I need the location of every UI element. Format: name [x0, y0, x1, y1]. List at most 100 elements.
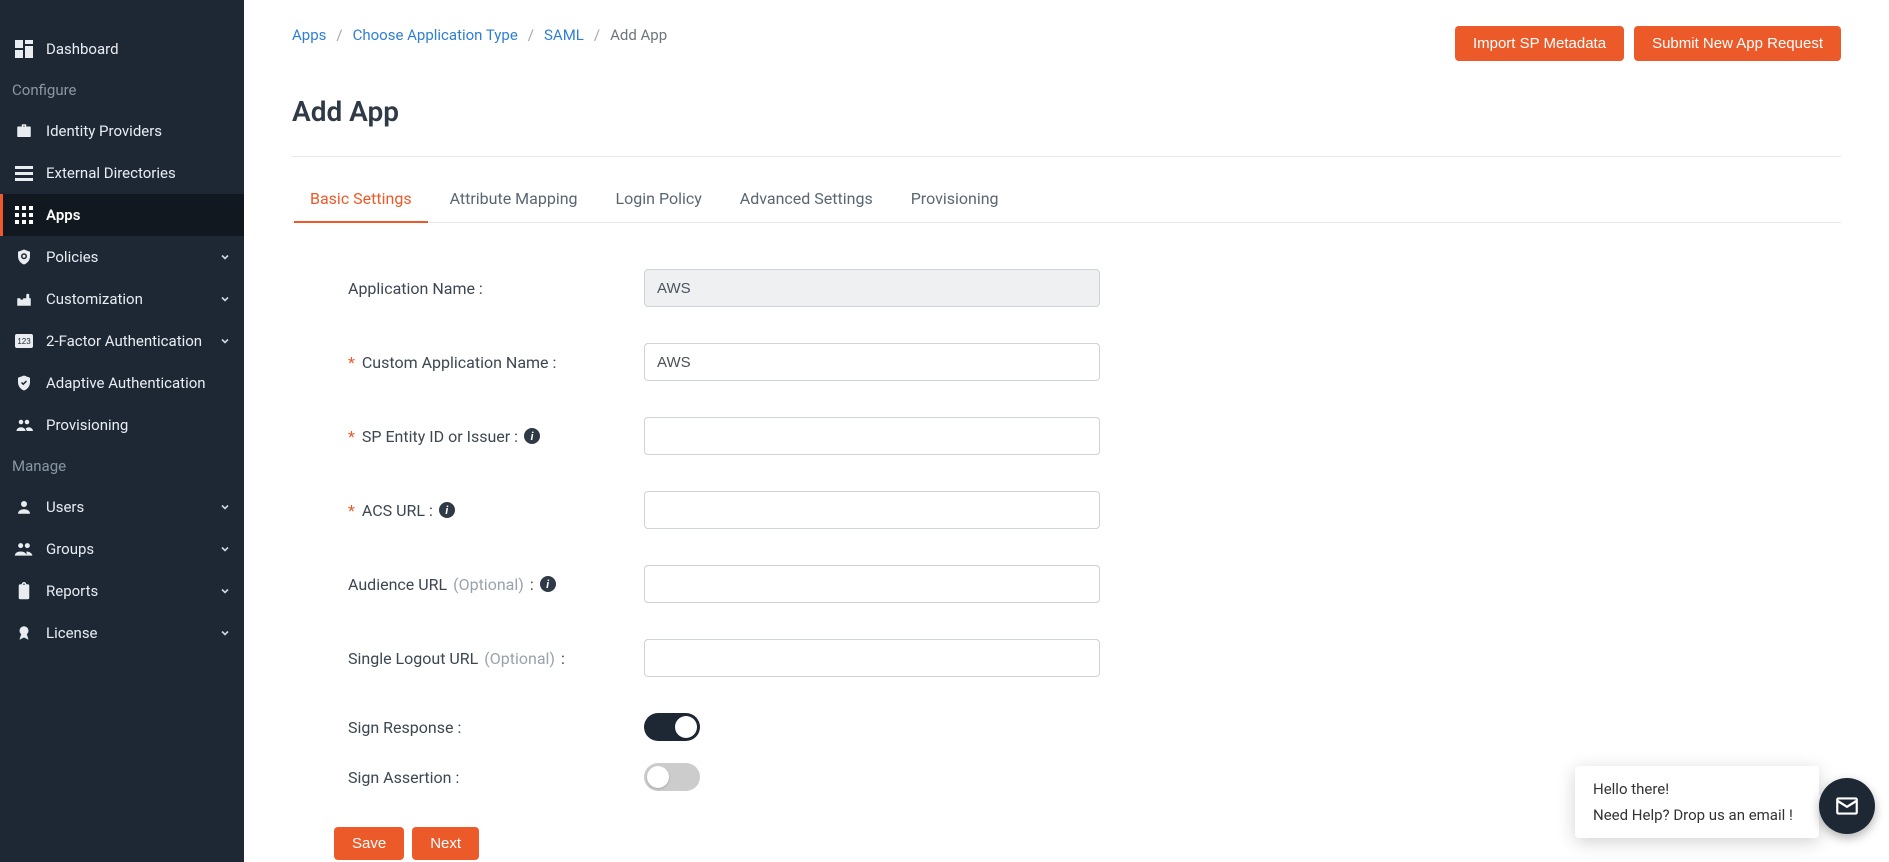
label-text: SP Entity ID or Issuer :: [362, 427, 518, 446]
breadcrumb-link-choose-type[interactable]: Choose Application Type: [353, 26, 518, 44]
pin-123-icon: 123: [14, 331, 34, 351]
sidebar-section-manage: Manage: [0, 446, 244, 486]
sidebar-item-users[interactable]: Users: [0, 486, 244, 528]
breadcrumb-sep: /: [528, 26, 534, 44]
audience-url-input[interactable]: [644, 565, 1100, 603]
toggle-knob: [675, 716, 697, 738]
sidebar-item-customization[interactable]: Customization: [0, 278, 244, 320]
custom-application-name-input[interactable]: [644, 343, 1100, 381]
import-sp-metadata-button[interactable]: Import SP Metadata: [1455, 26, 1624, 61]
breadcrumb-link-apps[interactable]: Apps: [292, 26, 326, 44]
breadcrumb: Apps / Choose Application Type / SAML / …: [292, 26, 667, 44]
chevron-down-icon: [220, 502, 230, 512]
form-actions: Save Next: [334, 827, 1412, 860]
tab-basic-settings[interactable]: Basic Settings: [308, 177, 414, 222]
divider: [292, 156, 1841, 157]
sp-entity-id-input[interactable]: [644, 417, 1100, 455]
required-marker: *: [348, 501, 355, 520]
sidebar-item-label: Customization: [46, 290, 220, 308]
label-text: ACS URL :: [362, 501, 433, 520]
sidebar-item-policies[interactable]: Policies: [0, 236, 244, 278]
breadcrumb-link-saml[interactable]: SAML: [544, 26, 584, 44]
acs-url-input[interactable]: [644, 491, 1100, 529]
info-icon[interactable]: i: [439, 502, 455, 518]
sidebar-item-adaptive-auth[interactable]: Adaptive Authentication: [0, 362, 244, 404]
sidebar-item-2fa[interactable]: 123 2-Factor Authentication: [0, 320, 244, 362]
chevron-down-icon: [220, 628, 230, 638]
shield-check-icon: [14, 373, 34, 393]
svg-text:123: 123: [17, 337, 31, 346]
chat-fab-button[interactable]: [1819, 778, 1875, 834]
page-title: Add App: [292, 95, 1841, 128]
tab-attribute-mapping[interactable]: Attribute Mapping: [448, 177, 580, 222]
sidebar-item-identity-providers[interactable]: Identity Providers: [0, 110, 244, 152]
label-text: Audience URL: [348, 575, 447, 594]
sidebar-item-label: Apps: [46, 206, 230, 224]
label-application-name: Application Name :: [348, 279, 644, 298]
label-colon: :: [530, 575, 534, 594]
sidebar-item-dashboard[interactable]: Dashboard: [0, 28, 244, 70]
label-colon: :: [561, 649, 565, 668]
sidebar-item-label: External Directories: [46, 164, 230, 182]
save-button[interactable]: Save: [334, 827, 404, 860]
users-sync-icon: [14, 415, 34, 435]
tab-provisioning[interactable]: Provisioning: [909, 177, 1001, 222]
required-marker: *: [348, 427, 355, 446]
tab-advanced-settings[interactable]: Advanced Settings: [738, 177, 875, 222]
dashboard-icon: [14, 39, 34, 59]
label-audience-url: Audience URL (Optional) : i: [348, 575, 644, 594]
label-optional: (Optional): [484, 649, 555, 668]
list-icon: [14, 163, 34, 183]
label-sp-entity-id: * SP Entity ID or Issuer : i: [348, 427, 644, 446]
chevron-down-icon: [220, 294, 230, 304]
sign-response-toggle[interactable]: [644, 713, 700, 741]
mail-icon: [1834, 793, 1860, 819]
sidebar-section-configure: Configure: [0, 70, 244, 110]
sidebar-item-apps[interactable]: Apps: [0, 194, 244, 236]
label-text: Single Logout URL: [348, 649, 478, 668]
chevron-down-icon: [220, 336, 230, 346]
label-optional: (Optional): [453, 575, 524, 594]
sidebar-item-label: Adaptive Authentication: [46, 374, 230, 392]
chat-popover: Hello there! Need Help? Drop us an email…: [1575, 766, 1819, 838]
sidebar-item-license[interactable]: License: [0, 612, 244, 654]
sidebar-item-external-directories[interactable]: External Directories: [0, 152, 244, 194]
submit-new-app-request-button[interactable]: Submit New App Request: [1634, 26, 1841, 61]
sidebar-item-label: Identity Providers: [46, 122, 230, 140]
sidebar-item-label: Reports: [46, 582, 220, 600]
sidebar-item-label: Groups: [46, 540, 220, 558]
info-icon[interactable]: i: [524, 428, 540, 444]
sidebar: Dashboard Configure Identity Providers E…: [0, 0, 244, 862]
breadcrumb-sep: /: [594, 26, 600, 44]
label-acs-url: * ACS URL : i: [348, 501, 644, 520]
user-icon: [14, 497, 34, 517]
chevron-down-icon: [220, 544, 230, 554]
breadcrumb-sep: /: [336, 26, 342, 44]
label-sign-assertion: Sign Assertion :: [348, 768, 644, 787]
sidebar-item-reports[interactable]: Reports: [0, 570, 244, 612]
tabs: Basic Settings Attribute Mapping Login P…: [292, 177, 1841, 223]
ribbon-icon: [14, 623, 34, 643]
sidebar-item-label: Dashboard: [46, 40, 230, 58]
required-marker: *: [348, 353, 355, 372]
label-sign-response: Sign Response :: [348, 718, 644, 737]
sidebar-item-groups[interactable]: Groups: [0, 528, 244, 570]
label-single-logout-url: Single Logout URL (Optional) :: [348, 649, 644, 668]
sidebar-item-label: Provisioning: [46, 416, 230, 434]
chat-line-2: Need Help? Drop us an email !: [1593, 806, 1801, 824]
group-icon: [14, 539, 34, 559]
single-logout-url-input[interactable]: [644, 639, 1100, 677]
topbar: Apps / Choose Application Type / SAML / …: [292, 26, 1841, 61]
sidebar-item-provisioning[interactable]: Provisioning: [0, 404, 244, 446]
sidebar-item-label: License: [46, 624, 220, 642]
shield-search-icon: [14, 247, 34, 267]
chat-line-1: Hello there!: [1593, 780, 1801, 798]
main-content: Apps / Choose Application Type / SAML / …: [244, 0, 1889, 862]
info-icon[interactable]: i: [540, 576, 556, 592]
header-actions: Import SP Metadata Submit New App Reques…: [1455, 26, 1841, 61]
sign-assertion-toggle[interactable]: [644, 763, 700, 791]
next-button[interactable]: Next: [412, 827, 479, 860]
clipboard-icon: [14, 581, 34, 601]
apps-grid-icon: [14, 205, 34, 225]
tab-login-policy[interactable]: Login Policy: [614, 177, 704, 222]
